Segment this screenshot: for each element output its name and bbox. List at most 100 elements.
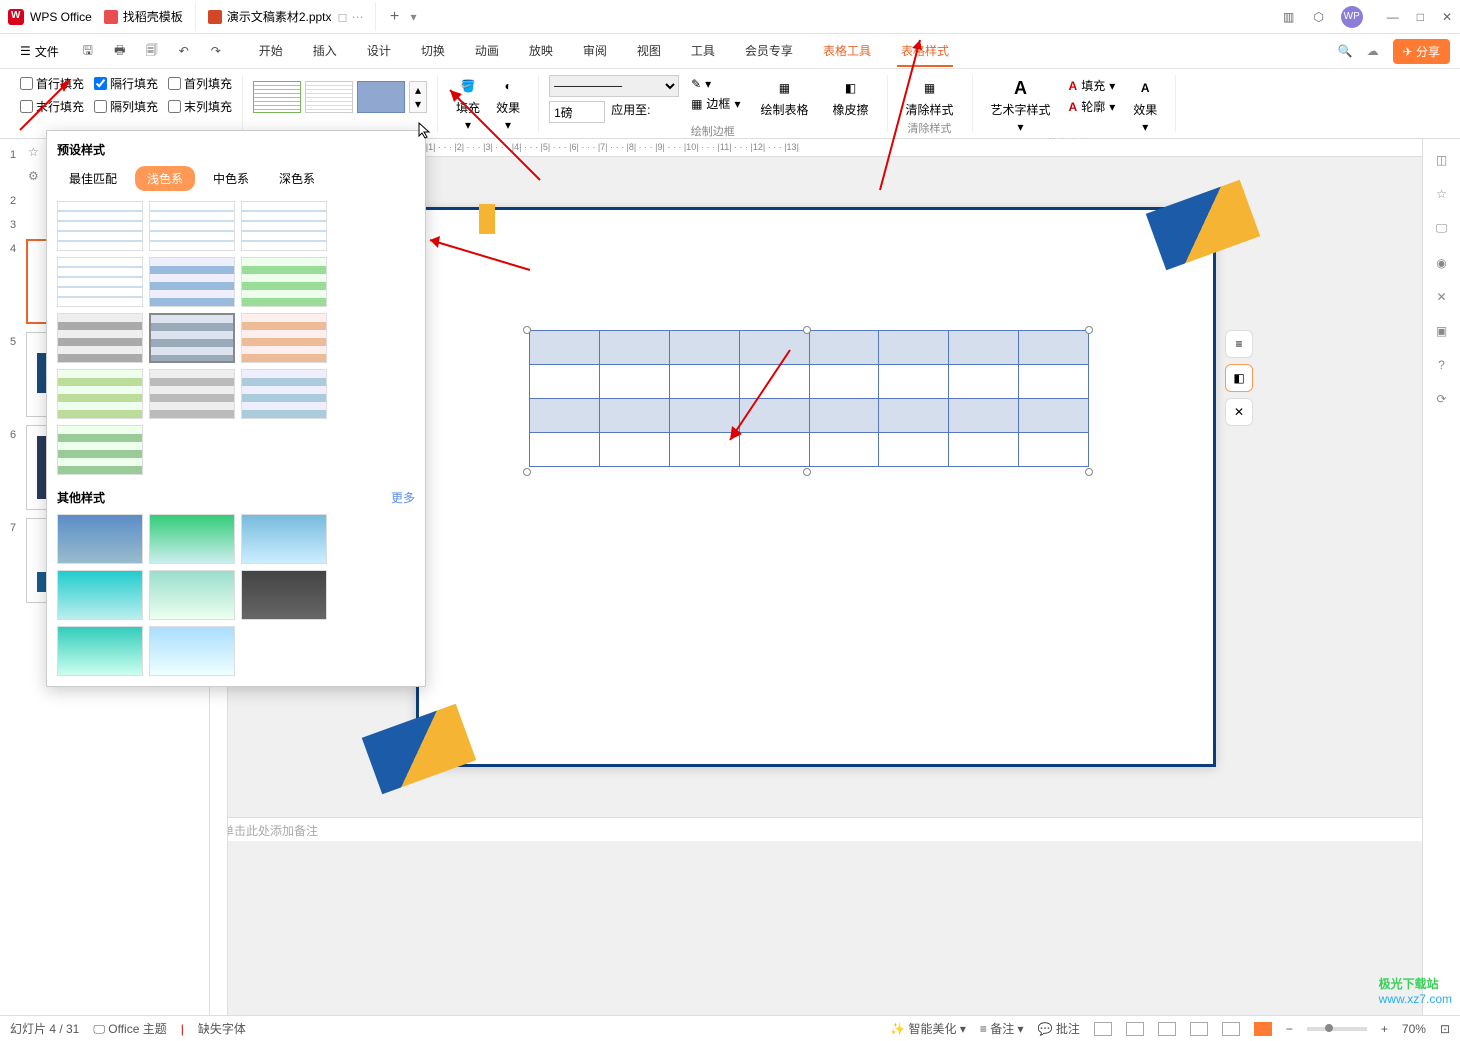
- other-thumb[interactable]: [149, 514, 235, 564]
- preset-thumb[interactable]: [57, 313, 143, 363]
- missing-font[interactable]: 缺失字体: [198, 1020, 246, 1037]
- preset-thumb[interactable]: [241, 369, 327, 419]
- more-link[interactable]: 更多: [391, 489, 415, 506]
- text-fill-button[interactable]: A 填充 ▾: [1065, 75, 1120, 96]
- border-color-button[interactable]: ✎▾: [687, 75, 744, 93]
- preset-thumb[interactable]: [149, 257, 235, 307]
- side-tool-8[interactable]: ⟳: [1436, 392, 1446, 406]
- menu-transition[interactable]: 切换: [417, 36, 449, 67]
- preset-thumb[interactable]: [241, 201, 327, 251]
- check-last-col[interactable]: 末列填充: [168, 98, 232, 115]
- style-thumb-1[interactable]: [253, 81, 301, 113]
- view-normal[interactable]: [1094, 1022, 1112, 1036]
- style-thumb-3[interactable]: [357, 81, 405, 113]
- other-thumb[interactable]: [149, 570, 235, 620]
- menu-member[interactable]: 会员专享: [741, 36, 797, 67]
- preset-thumb[interactable]: [241, 313, 327, 363]
- maximize-button[interactable]: □: [1417, 10, 1424, 24]
- side-tool-7[interactable]: ?: [1438, 358, 1445, 372]
- line-weight-select[interactable]: [549, 101, 605, 123]
- selection-handle[interactable]: [1085, 326, 1093, 334]
- selection-handle[interactable]: [523, 326, 531, 334]
- menu-start[interactable]: 开始: [255, 36, 287, 67]
- view-grid2[interactable]: [1222, 1022, 1240, 1036]
- dd-tab-best[interactable]: 最佳匹配: [57, 166, 129, 191]
- theme-label[interactable]: 🖵 Office 主题: [93, 1020, 166, 1037]
- cloud-icon[interactable]: ☁: [1367, 44, 1379, 58]
- other-thumb[interactable]: [241, 514, 327, 564]
- preset-thumb[interactable]: [149, 369, 235, 419]
- menu-animation[interactable]: 动画: [471, 36, 503, 67]
- other-thumb[interactable]: [241, 570, 327, 620]
- wordart-style-button[interactable]: A 艺术字样式 ▾: [983, 75, 1059, 136]
- preset-thumb[interactable]: [241, 257, 327, 307]
- save-icon[interactable]: 🖫: [79, 42, 97, 60]
- tab-document[interactable]: 演示文稿素材2.pptx ◻ ⋯: [196, 2, 377, 31]
- star-icon[interactable]: ☆: [28, 145, 39, 159]
- zoom-slider[interactable]: [1325, 1024, 1333, 1032]
- menu-slideshow[interactable]: 放映: [525, 36, 557, 67]
- tab-menu-icon[interactable]: ⋯: [351, 10, 363, 24]
- dd-tab-light[interactable]: 浅色系: [135, 166, 195, 191]
- notes-bar[interactable]: 单击此处添加备注: [210, 817, 1422, 841]
- selection-handle[interactable]: [803, 468, 811, 476]
- side-tool-2[interactable]: ☆: [1436, 187, 1447, 201]
- border-button[interactable]: ▦边框 ▾: [687, 93, 744, 114]
- dd-tab-medium[interactable]: 中色系: [201, 166, 261, 191]
- check-first-col[interactable]: 首列填充: [168, 75, 232, 92]
- side-tool-3[interactable]: 🖵: [1436, 221, 1448, 236]
- text-effect-button[interactable]: A 效果 ▾: [1125, 75, 1165, 136]
- menu-tools[interactable]: 工具: [687, 36, 719, 67]
- search-icon[interactable]: 🔍: [1338, 44, 1353, 58]
- panel-icon[interactable]: ▥: [1281, 9, 1297, 25]
- notes-button[interactable]: ≡ 备注 ▾: [980, 1020, 1024, 1037]
- cube-icon[interactable]: ⬡: [1311, 9, 1327, 25]
- preset-thumb[interactable]: [57, 425, 143, 475]
- selection-handle[interactable]: [523, 468, 531, 476]
- zoom-out[interactable]: −: [1286, 1022, 1293, 1036]
- preset-thumb[interactable]: [57, 201, 143, 251]
- preset-thumb[interactable]: [57, 369, 143, 419]
- menu-table-tools[interactable]: 表格工具: [819, 36, 875, 67]
- tab-templates[interactable]: 找稻壳模板: [92, 2, 196, 31]
- settings-icon[interactable]: ⚙: [28, 169, 39, 183]
- close-button[interactable]: ✕: [1442, 10, 1452, 24]
- view-sorter[interactable]: [1126, 1022, 1144, 1036]
- menu-insert[interactable]: 插入: [309, 36, 341, 67]
- style-thumb-2[interactable]: [305, 81, 353, 113]
- selection-handle[interactable]: [803, 326, 811, 334]
- style-tool[interactable]: ◧: [1225, 364, 1253, 392]
- preset-thumb-selected[interactable]: [149, 313, 235, 363]
- dd-tab-dark[interactable]: 深色系: [267, 166, 327, 191]
- selection-handle[interactable]: [1085, 468, 1093, 476]
- menu-review[interactable]: 审阅: [579, 36, 611, 67]
- other-thumb[interactable]: [57, 570, 143, 620]
- slide-canvas[interactable]: ≡ ◧ ✕: [416, 207, 1216, 767]
- side-tool-5[interactable]: ✕: [1436, 290, 1446, 304]
- draw-table-button[interactable]: ▦ 绘制表格: [752, 75, 816, 123]
- fit-button[interactable]: ⊡: [1440, 1022, 1450, 1036]
- view-grid1[interactable]: [1190, 1022, 1208, 1036]
- menu-view[interactable]: 视图: [633, 36, 665, 67]
- comments-button[interactable]: 💬 批注: [1038, 1020, 1080, 1037]
- minimize-button[interactable]: —: [1387, 10, 1399, 24]
- text-outline-button[interactable]: A 轮廓 ▾: [1065, 96, 1120, 117]
- preset-thumb[interactable]: [57, 257, 143, 307]
- preset-thumb[interactable]: [149, 201, 235, 251]
- undo-icon[interactable]: ↶: [175, 42, 193, 60]
- tab-dropdown-icon[interactable]: ▾: [410, 10, 416, 24]
- print-icon[interactable]: 🖶: [111, 42, 129, 60]
- eraser-button[interactable]: ◧ 橡皮擦: [824, 75, 876, 123]
- view-reading[interactable]: [1158, 1022, 1176, 1036]
- print-preview-icon[interactable]: 🗐: [143, 42, 161, 60]
- zoom-in[interactable]: +: [1381, 1022, 1388, 1036]
- layers-tool[interactable]: ≡: [1225, 330, 1253, 358]
- view-slideshow[interactable]: [1254, 1022, 1272, 1036]
- redo-icon[interactable]: ↷: [207, 42, 225, 60]
- side-tool-4[interactable]: ◉: [1436, 256, 1446, 270]
- other-thumb[interactable]: [149, 626, 235, 676]
- line-style-select[interactable]: ────────: [549, 75, 679, 97]
- tools-tool[interactable]: ✕: [1225, 398, 1253, 426]
- share-button[interactable]: ✈ 分享: [1393, 39, 1450, 64]
- user-avatar[interactable]: WP: [1341, 6, 1363, 28]
